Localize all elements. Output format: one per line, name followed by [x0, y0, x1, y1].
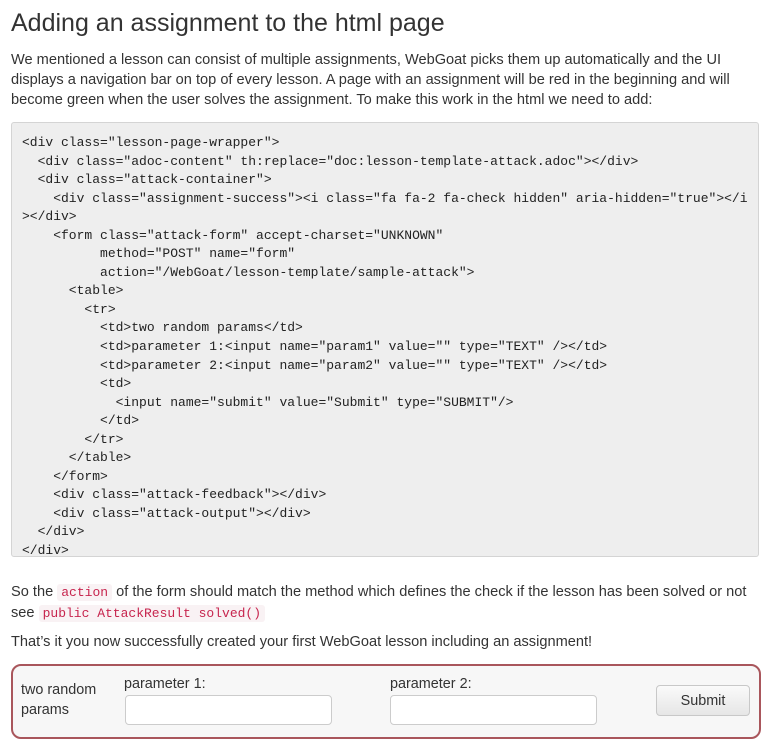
- param1-input[interactable]: [125, 695, 332, 725]
- conclusion-paragraph: That’s it you now successfully created y…: [11, 634, 593, 650]
- submit-button[interactable]: Submit: [656, 685, 750, 716]
- param2-input[interactable]: [390, 695, 597, 725]
- lesson-page: Adding an assignment to the html page We…: [0, 0, 774, 749]
- param2-label: parameter 2:: [390, 676, 472, 692]
- page-title: Adding an assignment to the html page: [11, 9, 445, 37]
- inline-code-action: action: [57, 584, 113, 601]
- attack-form: two random params parameter 1: parameter…: [11, 664, 761, 739]
- form-label: two random params: [21, 682, 97, 718]
- intro-paragraph: We mentioned a lesson can consist of mul…: [11, 52, 730, 108]
- action-paragraph-text-1: So the: [11, 584, 58, 600]
- action-paragraph: So the action of the form should match t…: [11, 582, 763, 624]
- param1-label: parameter 1:: [124, 676, 206, 692]
- inline-code-solved: public AttackResult solved(): [38, 605, 266, 622]
- html-code-block: <div class="lesson-page-wrapper"> <div c…: [11, 122, 759, 557]
